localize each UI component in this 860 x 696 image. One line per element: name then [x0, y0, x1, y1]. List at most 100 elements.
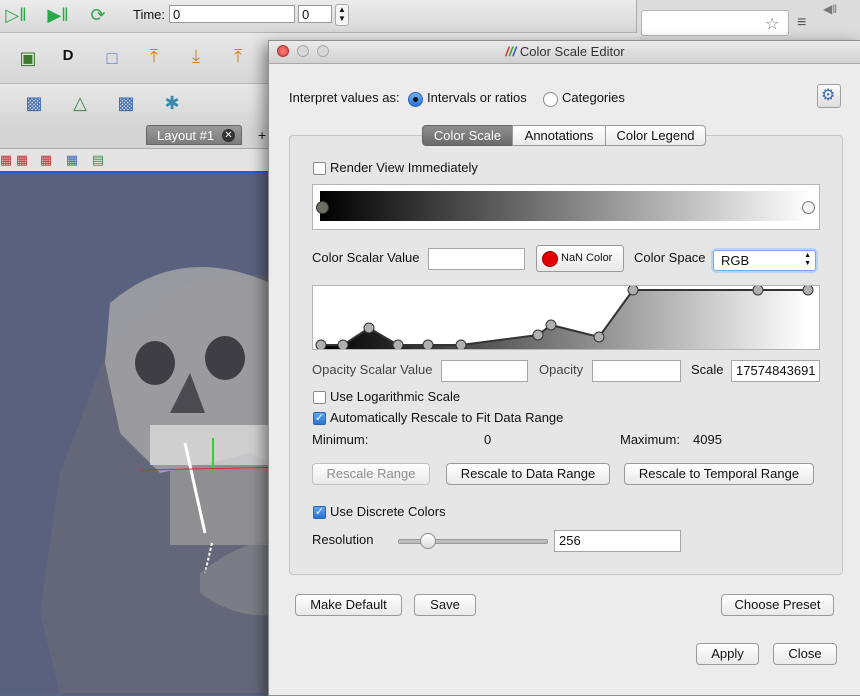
last-frame-icon[interactable]: ▶‖ [46, 6, 70, 24]
opacity-value-input[interactable] [592, 360, 681, 382]
auto-rescale-label[interactable]: Automatically Rescale to Fit Data Range [330, 410, 563, 425]
color-control-point-min[interactable] [316, 201, 329, 214]
render-view-immediately-label[interactable]: Render View Immediately [330, 160, 478, 175]
interpret-label: Interpret values as: [289, 90, 400, 105]
resolution-input[interactable]: 256 [554, 530, 681, 552]
skull-rendering [40, 267, 290, 693]
zoom-to-data-icon[interactable]: D [56, 47, 80, 65]
browser-back-icon[interactable]: ◀‖ [823, 2, 837, 16]
use-discrete-colors-label[interactable]: Use Discrete Colors [330, 504, 446, 519]
rescale-range-button[interactable]: Rescale Range [312, 463, 430, 485]
apply-button[interactable]: Apply [696, 643, 759, 665]
close-button[interactable]: Close [773, 643, 837, 665]
nan-color-swatch [542, 251, 558, 267]
tab-annotations[interactable]: Annotations [512, 125, 606, 146]
view-select-points-icon[interactable]: ▦ [34, 151, 58, 169]
intervals-radio[interactable] [408, 92, 423, 107]
resolution-label: Resolution [312, 532, 374, 547]
time-label: Time: [133, 7, 166, 22]
opacity-point[interactable] [422, 339, 434, 349]
interactive-select-icon[interactable]: ✱ [160, 94, 184, 112]
color-transfer-function-editor[interactable] [312, 184, 820, 230]
browser-window-edge: ☆ ≡ ◀‖ [636, 0, 860, 40]
use-log-scale-label[interactable]: Use Logarithmic Scale [330, 389, 460, 404]
time-step-input[interactable]: 0 [298, 5, 332, 23]
layout-tab[interactable]: Layout #1 ✕ [146, 125, 242, 145]
scale-label: Scale [691, 362, 724, 377]
time-input[interactable]: 0 [169, 5, 295, 23]
layout-tab-label: Layout #1 [157, 128, 215, 143]
layout-tab-bar: Layout #1 ✕ + [0, 124, 290, 149]
render-view-immediately-checkbox[interactable] [313, 162, 326, 175]
minimum-label: Minimum: [312, 432, 369, 447]
set-view-plus-y-icon[interactable]: ⤒ [226, 47, 250, 65]
nan-color-button[interactable]: NaN Color [536, 245, 624, 272]
intervals-radio-label[interactable]: Intervals or ratios [427, 90, 527, 105]
opacity-point[interactable] [627, 286, 639, 296]
zoom-to-box-icon[interactable]: □ [100, 49, 124, 67]
save-button[interactable]: Save [414, 594, 476, 616]
opacity-label: Opacity [539, 362, 584, 377]
make-default-button[interactable]: Make Default [295, 594, 402, 616]
opacity-point[interactable] [752, 286, 764, 296]
set-view-minus-x-icon[interactable]: ⤓ [184, 47, 208, 65]
color-space-select[interactable]: RGB ▲ ▼ [713, 250, 816, 271]
set-view-plus-x-icon[interactable]: ⤒ [142, 47, 166, 65]
view-select-cells-icon[interactable]: ▦ [10, 151, 34, 169]
bookmark-star-icon[interactable]: ☆ [765, 14, 779, 34]
play-icon[interactable]: ▷‖ [4, 6, 28, 24]
rescale-to-temporal-range-button[interactable]: Rescale to Temporal Range [624, 463, 814, 485]
opacity-point[interactable] [532, 329, 544, 341]
loop-icon[interactable]: ⟳ [86, 6, 110, 24]
color-space-value: RGB [721, 253, 750, 268]
color-space-label: Color Space [634, 250, 706, 265]
choose-preset-button[interactable]: Choose Preset [721, 594, 834, 616]
select-cells-icon[interactable]: ▩ [22, 94, 46, 112]
opacity-point[interactable] [455, 339, 467, 349]
dialog-titlebar[interactable]: /// Color Scale Editor [269, 41, 860, 64]
paraview-logo-icon: /// [505, 44, 517, 59]
select-points-icon[interactable]: △ [68, 94, 92, 112]
scale-input[interactable]: 17574843691 [731, 360, 820, 382]
view-spreadsheet-icon[interactable]: ▤ [86, 151, 110, 169]
color-scalar-value-label: Color Scalar Value [312, 250, 420, 265]
maximum-label: Maximum: [620, 432, 680, 447]
color-scalar-value-input[interactable] [428, 248, 525, 270]
select-block-icon[interactable]: ▩ [114, 94, 138, 112]
color-scale-editor-dialog: /// Color Scale Editor Interpret values … [268, 40, 860, 696]
close-tab-icon[interactable]: ✕ [222, 129, 235, 142]
opacity-point[interactable] [593, 331, 605, 343]
categories-radio-label[interactable]: Categories [562, 90, 625, 105]
auto-rescale-checkbox[interactable]: ✓ [313, 412, 326, 425]
categories-radio[interactable] [543, 92, 558, 107]
use-discrete-colors-checkbox[interactable]: ✓ [313, 506, 326, 519]
resolution-slider-handle[interactable] [420, 533, 436, 549]
main-toolbar-vcr: ▷‖ ▶‖ ⟳ Time: 0 0 ▲ ▼ [0, 0, 640, 33]
dialog-title: Color Scale Editor [519, 44, 625, 59]
opacity-transfer-function-editor[interactable] [312, 285, 820, 350]
settings-gear-button[interactable]: ⚙ [817, 84, 841, 108]
opacity-scalar-value-label: Opacity Scalar Value [312, 362, 433, 377]
select-arrows-icon: ▲ ▼ [804, 252, 811, 267]
view-frustum-icon[interactable]: ▦ [60, 151, 84, 169]
resolution-slider[interactable] [398, 533, 548, 549]
opacity-point[interactable] [363, 322, 375, 334]
render-view[interactable] [0, 173, 290, 694]
tab-color-scale[interactable]: Color Scale [422, 125, 513, 146]
opacity-point[interactable] [545, 319, 557, 331]
opacity-point[interactable] [337, 339, 349, 349]
opacity-point[interactable] [315, 339, 327, 349]
rescale-to-data-range-button[interactable]: Rescale to Data Range [446, 463, 610, 485]
opacity-point[interactable] [392, 339, 404, 349]
opacity-scalar-value-input[interactable] [441, 360, 528, 382]
opacity-curve-chart [315, 286, 814, 349]
browser-menu-icon[interactable]: ≡ [797, 14, 806, 32]
use-log-scale-checkbox[interactable] [313, 391, 326, 404]
opacity-point[interactable] [802, 286, 814, 296]
reset-camera-icon[interactable]: ▣ [16, 49, 40, 67]
add-layout-tab[interactable]: + [258, 127, 266, 143]
color-control-point-max[interactable] [802, 201, 815, 214]
time-step-spinner-icon[interactable]: ▲ ▼ [335, 4, 349, 26]
tab-color-legend[interactable]: Color Legend [605, 125, 706, 146]
view-toolbar: ▦ ▦ ▦ ▦ ▤ [0, 149, 290, 173]
